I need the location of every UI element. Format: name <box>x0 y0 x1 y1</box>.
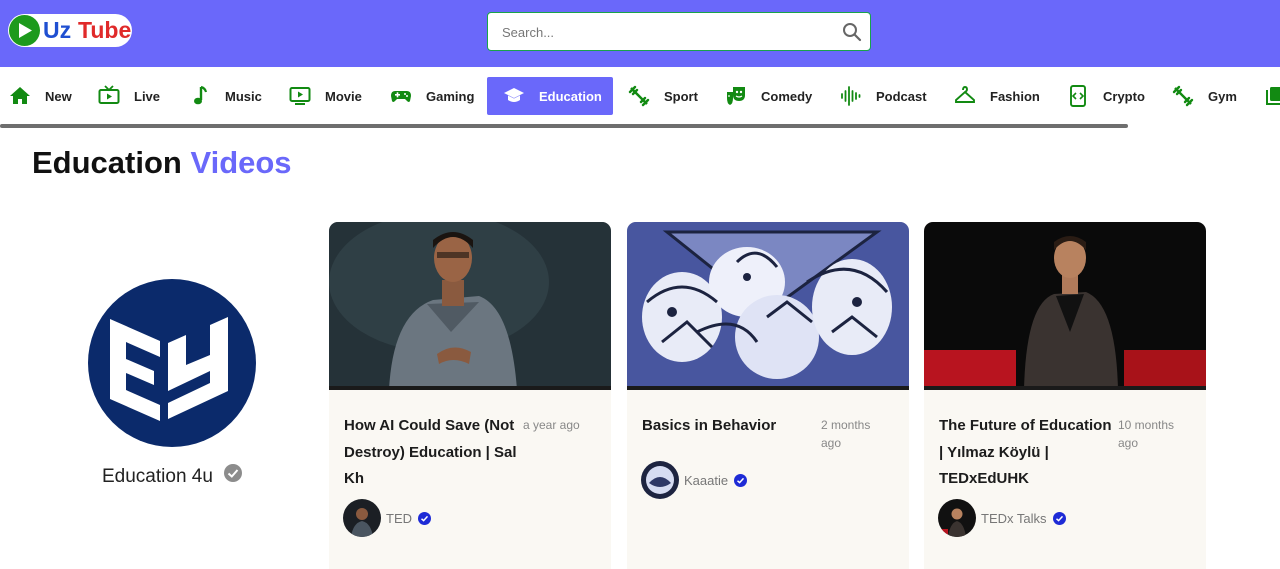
code-icon <box>1070 85 1086 107</box>
search-icon[interactable] <box>842 22 862 42</box>
category-more[interactable] <box>1265 77 1280 115</box>
gamepad-icon <box>391 91 411 102</box>
channel-logo-mark <box>110 317 228 421</box>
video-card[interactable]: How AI Could Save (Not Destroy) Educatio… <box>329 222 611 569</box>
category-comedy[interactable]: Comedy <box>725 77 812 115</box>
video-thumbnail[interactable] <box>627 222 909 390</box>
category-label: Education <box>539 88 602 104</box>
category-label: Comedy <box>761 88 813 104</box>
music-note-icon <box>194 85 208 105</box>
video-age: 10 months ago <box>1118 418 1175 450</box>
page-title: Education Videos <box>32 144 292 182</box>
category-new[interactable]: New <box>9 77 72 115</box>
verified-check-icon <box>418 511 431 525</box>
movie-screen-icon <box>289 87 311 105</box>
channel-name[interactable]: Education 4u <box>102 465 213 489</box>
video-card[interactable]: The Future of Education | Yılmaz Köylü |… <box>924 222 1206 569</box>
category-label: Music <box>225 88 262 104</box>
library-icon <box>1266 87 1280 105</box>
page-title-accent: Videos <box>190 145 292 180</box>
category-gym[interactable]: Gym <box>1172 77 1237 115</box>
category-label: Podcast <box>876 88 927 104</box>
avatar[interactable] <box>343 499 381 537</box>
avatar[interactable] <box>641 461 679 499</box>
search-box <box>487 12 871 51</box>
category-label: New <box>45 88 72 104</box>
video-thumbnail[interactable] <box>329 222 611 390</box>
author-name[interactable]: TEDx Talks <box>981 511 1047 526</box>
audio-wave-icon <box>841 86 861 106</box>
video-title[interactable]: The Future of Education | Yılmaz Köylü |… <box>939 413 1114 493</box>
category-label: Movie <box>325 88 362 104</box>
video-thumbnail[interactable] <box>924 222 1206 390</box>
author-name[interactable]: Kaaatie <box>684 473 728 488</box>
video-title[interactable]: How AI Could Save (Not Destroy) Educatio… <box>344 413 519 493</box>
verified-check-icon <box>224 464 242 482</box>
logo-text-uz: Uz <box>43 17 72 43</box>
category-label: Gym <box>1208 88 1237 104</box>
category-bar: New Live Music Movie Gaming Education Sp… <box>0 67 1280 125</box>
home-icon <box>10 87 30 104</box>
category-scrollbar[interactable] <box>0 124 1128 128</box>
graduation-cap-icon <box>504 88 524 102</box>
video-title[interactable]: Basics in Behavior <box>642 413 817 440</box>
gym-dumbbell-icon <box>1172 85 1194 107</box>
category-crypto[interactable]: Crypto <box>1067 77 1145 115</box>
page-title-main: Education <box>32 145 182 180</box>
video-age: a year ago <box>523 418 580 432</box>
category-education[interactable]: Education <box>487 77 613 115</box>
channel-logo[interactable] <box>88 279 256 447</box>
category-gaming[interactable]: Gaming <box>390 77 474 115</box>
video-card[interactable]: Basics in Behavior 2 months ago Kaaatie <box>627 222 909 569</box>
play-icon <box>9 15 40 46</box>
logo-text-tube: Tube <box>78 17 132 43</box>
video-author[interactable]: Kaaatie <box>641 461 748 499</box>
search-input[interactable] <box>502 22 822 42</box>
comedy-masks-icon <box>727 87 745 105</box>
video-author[interactable]: TED <box>343 499 431 537</box>
uztube-logo[interactable]: Uz Tube <box>8 14 132 47</box>
category-podcast[interactable]: Podcast <box>840 77 927 115</box>
category-label: Crypto <box>1103 88 1145 104</box>
category-live[interactable]: Live <box>98 77 160 115</box>
category-fashion[interactable]: Fashion <box>954 77 1040 115</box>
category-label: Fashion <box>990 88 1040 104</box>
category-label: Gaming <box>426 88 475 104</box>
top-header: Uz Tube <box>0 0 1280 67</box>
avatar[interactable] <box>938 499 976 537</box>
category-music[interactable]: Music <box>189 77 262 115</box>
video-age: 2 months ago <box>821 418 871 450</box>
hanger-icon <box>955 86 975 103</box>
sport-dumbbell-icon <box>628 85 650 107</box>
category-movie[interactable]: Movie <box>289 77 362 115</box>
category-sport[interactable]: Sport <box>628 77 698 115</box>
verified-check-icon <box>734 473 748 487</box>
category-label: Sport <box>664 88 698 104</box>
live-tv-icon <box>98 85 120 104</box>
category-label: Live <box>134 88 161 104</box>
verified-check-icon <box>1052 511 1066 525</box>
video-author[interactable]: TEDx Talks <box>938 499 1066 537</box>
author-name[interactable]: TED <box>386 511 412 526</box>
